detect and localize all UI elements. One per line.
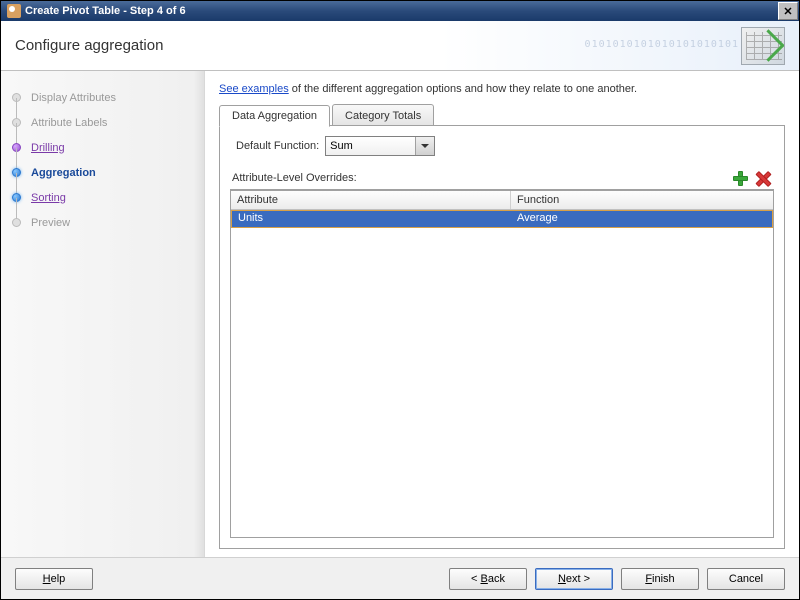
step-dot-icon	[12, 218, 21, 227]
close-button[interactable]: ✕	[778, 2, 798, 20]
table-header: Attribute Function	[231, 191, 773, 210]
step-list: Display Attributes Attribute Labels Dril…	[7, 85, 198, 235]
tab-data-aggregation[interactable]: Data Aggregation	[219, 105, 330, 127]
default-function-label: Default Function:	[236, 140, 319, 152]
step-preview: Preview	[7, 210, 198, 235]
main-panel: See examples of the different aggregatio…	[205, 71, 799, 557]
app-icon	[7, 4, 21, 18]
step-display-attributes: Display Attributes	[7, 85, 198, 110]
overrides-label: Attribute-Level Overrides:	[232, 172, 357, 184]
tab-bar: Data Aggregation Category Totals	[219, 103, 785, 126]
see-examples-link[interactable]: See examples	[219, 83, 289, 95]
tab-label: Category Totals	[345, 110, 421, 122]
remove-override-button[interactable]	[754, 170, 770, 186]
header-decoration-digits: 0101010101010101010101	[585, 39, 739, 50]
table-body: Units Average	[231, 210, 773, 537]
default-function-row: Default Function: Sum	[230, 136, 774, 156]
tab-category-totals[interactable]: Category Totals	[332, 104, 434, 126]
wizard-sidebar: Display Attributes Attribute Labels Dril…	[1, 71, 205, 557]
step-link[interactable]: Sorting	[31, 192, 66, 204]
back-button[interactable]: < Back	[449, 568, 527, 590]
overrides-table: Attribute Function Units Average	[230, 190, 774, 538]
cancel-label: Cancel	[729, 573, 763, 585]
step-aggregation: Aggregation	[7, 160, 198, 185]
intro-text: See examples of the different aggregatio…	[219, 83, 785, 103]
tab-content-data-aggregation: Default Function: Sum Attribute-Level Ov…	[219, 126, 785, 549]
step-label: Display Attributes	[31, 92, 116, 104]
help-button[interactable]: Help	[15, 568, 93, 590]
pivot-table-icon	[741, 27, 785, 65]
default-function-select[interactable]: Sum	[325, 136, 435, 156]
step-drilling[interactable]: Drilling	[7, 135, 198, 160]
dialog-window: Create Pivot Table - Step 4 of 6 ✕ Confi…	[0, 0, 800, 600]
dialog-footer: Help < Back Next > Finish Cancel	[1, 557, 799, 599]
dialog-body: Display Attributes Attribute Labels Dril…	[1, 71, 799, 557]
cancel-button[interactable]: Cancel	[707, 568, 785, 590]
titlebar: Create Pivot Table - Step 4 of 6 ✕	[1, 1, 799, 21]
page-title: Configure aggregation	[15, 37, 163, 54]
step-attribute-labels: Attribute Labels	[7, 110, 198, 135]
step-sorting[interactable]: Sorting	[7, 185, 198, 210]
overrides-header: Attribute-Level Overrides:	[230, 168, 774, 190]
table-row[interactable]: Units Average	[231, 210, 773, 228]
col-attribute[interactable]: Attribute	[231, 191, 511, 209]
step-label-active: Aggregation	[31, 167, 96, 179]
finish-button[interactable]: Finish	[621, 568, 699, 590]
cell-attribute: Units	[232, 211, 511, 227]
default-function-value: Sum	[330, 140, 353, 152]
next-button[interactable]: Next >	[535, 568, 613, 590]
x-icon	[755, 171, 769, 185]
titlebar-left: Create Pivot Table - Step 4 of 6	[7, 4, 186, 18]
col-function[interactable]: Function	[511, 191, 773, 209]
chevron-down-icon	[421, 144, 429, 148]
step-label: Preview	[31, 217, 70, 229]
window-title: Create Pivot Table - Step 4 of 6	[25, 5, 186, 17]
tab-label: Data Aggregation	[232, 110, 317, 122]
step-link[interactable]: Drilling	[31, 142, 65, 154]
intro-rest: of the different aggregation options and…	[289, 83, 637, 95]
plus-icon	[733, 171, 747, 185]
header-band: Configure aggregation 010101010101010101…	[1, 21, 799, 71]
add-override-button[interactable]	[732, 170, 748, 186]
overrides-toolbar	[732, 170, 770, 186]
step-label: Attribute Labels	[31, 117, 107, 129]
cell-function: Average	[511, 211, 772, 227]
footer-buttons: < Back Next > Finish Cancel	[449, 568, 785, 590]
